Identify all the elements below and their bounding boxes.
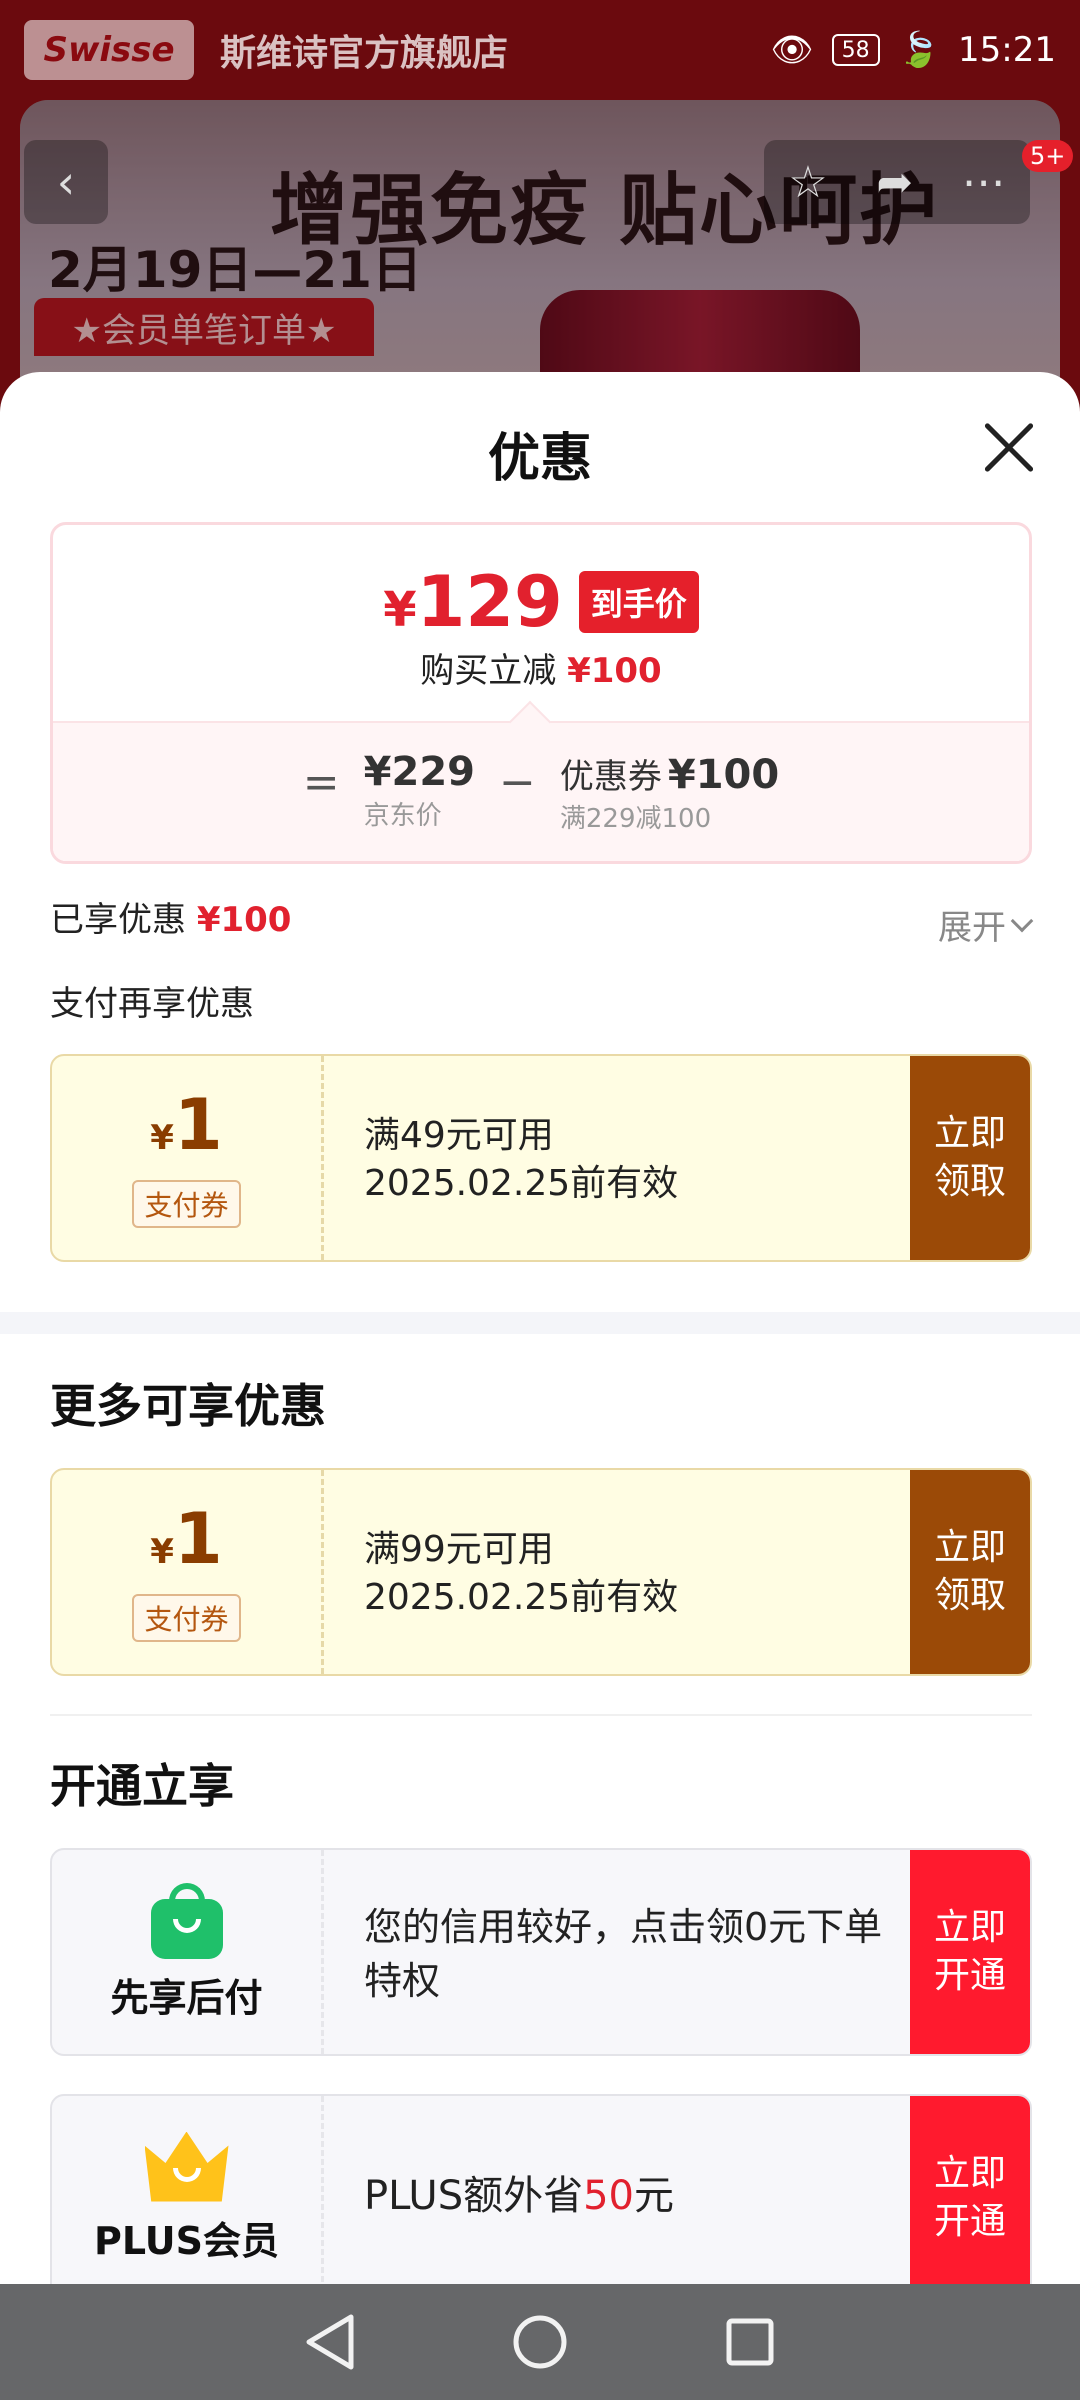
back-button[interactable]: ‹ (24, 140, 108, 224)
coupon-condition: 满99元可用 (364, 1529, 554, 1570)
clock: 15:21 (958, 30, 1056, 70)
nav-back-icon[interactable] (300, 2312, 360, 2372)
pay-more-label: 支付再享优惠 (50, 984, 254, 1024)
final-price: ¥129 (383, 561, 563, 643)
coupon-condition: 满49元可用 (364, 1115, 554, 1156)
open-benefits-title: 开通立享 (50, 1759, 234, 1813)
claim-coupon-button[interactable]: 立即 领取 (910, 1470, 1030, 1674)
minus-sign: − (499, 757, 536, 808)
equals-sign: = (302, 757, 340, 808)
expand-button[interactable]: 展开 (938, 900, 1034, 949)
chevron-down-icon (1010, 909, 1034, 932)
activate-button[interactable]: 立即 开通 (910, 1850, 1030, 2054)
pay-coupon-card: ¥1 支付券 满49元可用 2025.02.25前有效 立即 领取 (50, 1054, 1032, 1262)
section-divider (0, 1312, 1080, 1334)
coupon-amount: ¥1 (150, 1497, 223, 1580)
final-price-tag: 到手价 (578, 571, 699, 633)
coupon-validity: 2025.02.25前有效 (364, 1163, 679, 1204)
plus-member-card: PLUS会员 PLUS额外省50元 立即 开通 (50, 2094, 1032, 2284)
service-name: PLUS会员 (94, 2218, 279, 2263)
message-badge: 5+ (1022, 140, 1074, 172)
shop-name: 斯维诗官方旗舰店 (220, 33, 509, 74)
divider (50, 1714, 1032, 1716)
discount-sheet: 优惠 ¥129 到手价 购买立减 ¥100 = ¥229 京东价 − 优惠券 ¥… (0, 372, 1080, 2284)
service-description: PLUS额外省50元 (364, 2173, 674, 2219)
eye-icon: 👁 (770, 30, 814, 70)
system-nav-bar (0, 2284, 1080, 2400)
top-toolbar: ☆ ➦ ⋯ (764, 140, 1030, 224)
close-icon[interactable] (982, 420, 1036, 474)
price-card: ¥129 到手价 购买立减 ¥100 = ¥229 京东价 − 优惠券 ¥100 … (50, 522, 1032, 864)
discount-value: ¥100 (567, 651, 662, 691)
coupon-validity: 2025.02.25前有效 (364, 1577, 679, 1618)
coupon-deduction: 优惠券 ¥100 满229减100 (559, 752, 780, 834)
more-coupon-card: ¥1 支付券 满99元可用 2025.02.25前有效 立即 领取 (50, 1468, 1032, 1676)
enjoyed-discount: 已享优惠 ¥100 (50, 900, 292, 940)
background-page: Swisse 斯维诗官方旗舰店 👁 58 🍃 15:21 增强免疫 贴心呵护 2… (0, 0, 1080, 420)
more-icon[interactable]: ⋯ (962, 157, 1006, 208)
shopping-bag-icon (150, 1882, 223, 1959)
activate-button[interactable]: 立即 开通 (910, 2096, 1030, 2284)
leaf-icon: 🍃 (897, 30, 941, 70)
crown-icon (144, 2131, 229, 2202)
service-description: 您的信用较好，点击领0元下单特权 (364, 1905, 883, 2003)
jd-price: ¥229 京东价 (363, 749, 475, 831)
more-discounts-title: 更多可享优惠 (50, 1379, 326, 1433)
nav-home-icon[interactable] (510, 2312, 570, 2372)
service-name: 先享后付 (110, 1975, 263, 2020)
share-icon[interactable]: ➦ (876, 157, 913, 208)
claim-coupon-button[interactable]: 立即 领取 (910, 1056, 1030, 1260)
coupon-type-badge: 支付券 (132, 1179, 241, 1228)
pay-later-card: 先享后付 您的信用较好，点击领0元下单特权 立即 开通 (50, 1848, 1032, 2056)
sheet-title: 优惠 (487, 429, 592, 489)
status-bar: Swisse 斯维诗官方旗舰店 👁 58 🍃 15:21 (0, 0, 1080, 100)
brand-logo: Swisse (24, 20, 194, 80)
price-breakdown: = ¥229 京东价 − 优惠券 ¥100 满229减100 (53, 700, 1029, 861)
nav-recents-icon[interactable] (720, 2312, 780, 2372)
battery-indicator: 58 (831, 34, 880, 66)
coupon-type-badge: 支付券 (132, 1593, 241, 1642)
chevron-left-icon: ‹ (56, 155, 76, 209)
coupon-amount: ¥1 (150, 1083, 223, 1166)
star-icon[interactable]: ☆ (788, 157, 827, 208)
discount-line: 购买立减 ¥100 (420, 651, 662, 691)
